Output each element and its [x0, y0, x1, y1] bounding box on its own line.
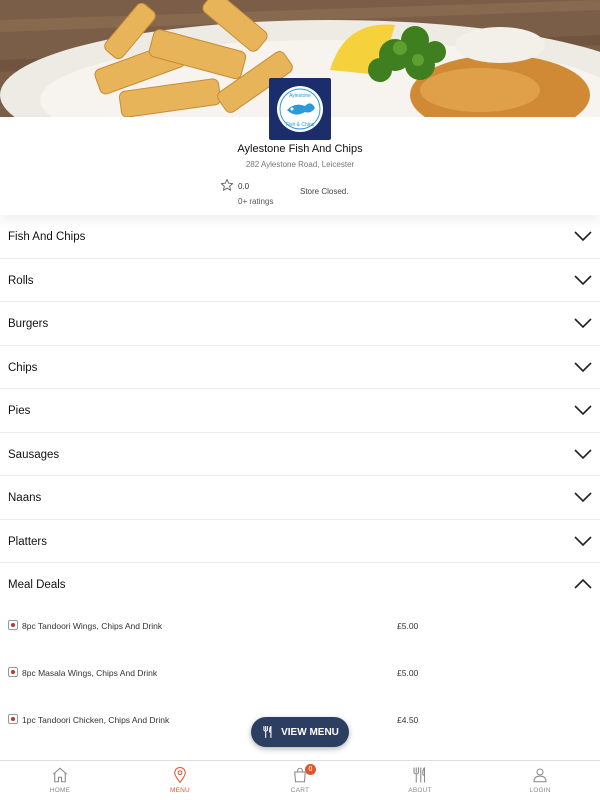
svg-text:Fish & Chips: Fish & Chips	[286, 122, 315, 128]
cutlery-icon	[413, 767, 426, 783]
item-select-checkbox[interactable]	[8, 620, 18, 630]
chevron-down-icon	[574, 231, 592, 242]
chevron-down-icon	[574, 448, 592, 459]
chevron-down-icon	[574, 405, 592, 416]
item-select-checkbox[interactable]	[8, 667, 18, 677]
chevron-down-icon	[574, 535, 592, 546]
nav-label: MENU	[170, 787, 190, 794]
category-label: Sausages	[8, 448, 60, 461]
chevron-down-icon	[574, 318, 592, 329]
category-row-fish-and-chips[interactable]: Fish And Chips	[0, 215, 600, 259]
star-icon	[220, 178, 234, 191]
nav-item-cart[interactable]: 0 CART	[240, 761, 360, 800]
item-price: £4.50	[397, 715, 419, 725]
nav-item-about[interactable]: ABOUT	[360, 761, 480, 800]
item-name: 8pc Tandoori Wings, Chips And Drink	[22, 621, 163, 631]
nav-label: HOME	[49, 787, 71, 794]
nav-item-menu[interactable]: MENU	[120, 761, 240, 800]
category-row-burgers[interactable]: Burgers	[0, 302, 600, 346]
chevron-down-icon	[574, 274, 592, 285]
nav-item-login[interactable]: LOGIN	[480, 761, 600, 800]
category-row-chips[interactable]: Chips	[0, 346, 600, 389]
category-list: Fish And Chips Rolls Burgers Chips Pies …	[0, 215, 600, 607]
chevron-down-icon	[574, 492, 592, 503]
nav-label: CART	[290, 787, 310, 794]
store-address: 282 Aylestone Road, Leicester	[245, 160, 355, 169]
nav-label: ABOUT	[408, 787, 432, 794]
item-name: 8pc Masala Wings, Chips And Drink	[22, 668, 158, 678]
category-row-rolls[interactable]: Rolls	[0, 259, 600, 302]
nav-item-home[interactable]: HOME	[0, 761, 120, 800]
item-price: £5.00	[397, 668, 419, 678]
svg-text:Aylestone: Aylestone	[289, 93, 311, 99]
category-row-meal-deals[interactable]: Meal Deals	[0, 563, 600, 607]
store-name: Aylestone Fish And Chips	[237, 143, 363, 155]
store-logo: Aylestone Fish & Chips	[269, 78, 331, 140]
bottom-navigation: HOME MENU 0 CART ABOUT LOGIN	[0, 760, 600, 800]
item-name: 1pc Tandoori Chicken, Chips And Drink	[22, 715, 170, 725]
category-label: Naans	[8, 492, 42, 504]
item-price: £5.00	[397, 621, 419, 631]
category-label: Rolls	[8, 274, 34, 287]
category-label: Pies	[8, 405, 31, 417]
rating-count: 0+ ratings	[238, 197, 274, 206]
category-row-pies[interactable]: Pies	[0, 389, 600, 433]
list-item[interactable]: 8pc Tandoori Wings, Chips And Drink £5.0…	[0, 602, 600, 649]
list-item[interactable]: 8pc Masala Wings, Chips And Drink £5.00	[0, 649, 600, 696]
category-label: Meal Deals	[8, 579, 66, 591]
rating-value: 0.0	[238, 182, 250, 191]
category-label: Fish And Chips	[8, 231, 86, 243]
chevron-up-icon	[574, 578, 592, 589]
store-status: Store Closed.	[300, 187, 349, 196]
nav-label: LOGIN	[529, 787, 551, 794]
user-icon	[533, 768, 547, 783]
cart-count-badge: 0	[305, 764, 316, 775]
location-pin-icon	[174, 767, 186, 784]
category-label: Platters	[8, 535, 47, 548]
chevron-down-icon	[574, 361, 592, 372]
category-label: Burgers	[8, 318, 49, 330]
category-row-platters[interactable]: Platters	[0, 520, 600, 563]
item-select-checkbox[interactable]	[8, 714, 18, 724]
cutlery-icon	[263, 725, 272, 738]
view-menu-button[interactable]: VIEW MENU	[251, 717, 349, 747]
category-label: Chips	[8, 361, 38, 374]
home-icon	[52, 767, 68, 783]
category-row-sausages[interactable]: Sausages	[0, 433, 600, 476]
category-row-naans[interactable]: Naans	[0, 476, 600, 520]
view-menu-label: VIEW MENU	[281, 726, 339, 738]
